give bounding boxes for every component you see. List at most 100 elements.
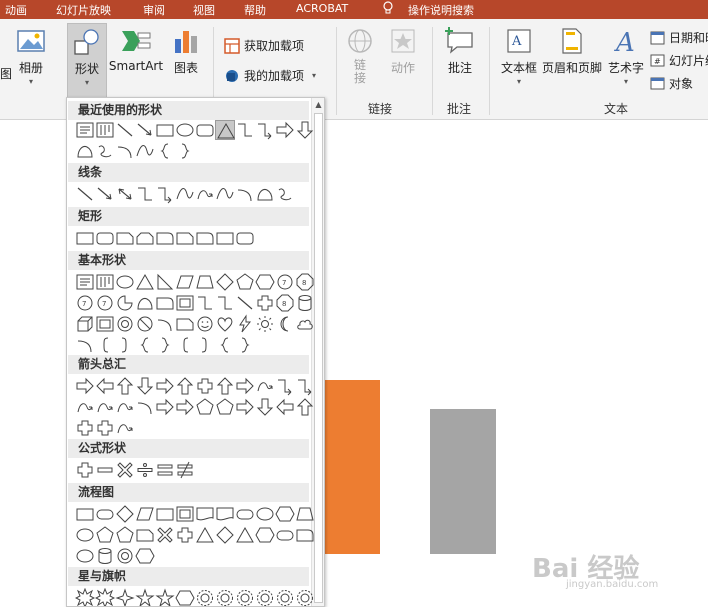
shape-round1-icon[interactable] <box>155 293 175 313</box>
shape-pent-icon[interactable] <box>215 397 235 417</box>
shape-para-icon[interactable] <box>175 272 195 292</box>
shape-line-icon[interactable] <box>75 184 95 204</box>
shape-terminator-icon[interactable] <box>235 504 255 524</box>
tab-review[interactable]: 审阅 <box>143 2 165 18</box>
shape-burst-icon[interactable] <box>95 588 115 606</box>
shape-lbrace-icon[interactable] <box>215 335 235 355</box>
shape-plus-icon[interactable] <box>195 376 215 396</box>
shape-plus-icon[interactable] <box>95 418 115 438</box>
tab-animations[interactable]: 动画 <box>5 2 27 18</box>
shape-elbowarrow-icon[interactable] <box>275 376 295 396</box>
shape-rect-icon[interactable] <box>75 228 95 248</box>
slide-number-button[interactable]: # 幻灯片编 <box>650 52 708 69</box>
shape-arrowline-icon[interactable] <box>135 120 155 140</box>
shape-curve-icon[interactable] <box>215 184 235 204</box>
shape-textbox-icon[interactable] <box>75 120 95 140</box>
shape-leftarrow-icon[interactable] <box>95 376 115 396</box>
shape-minus-icon[interactable] <box>95 460 115 480</box>
partial-button-label[interactable]: 图 <box>0 65 12 82</box>
shape-plus-icon[interactable] <box>75 460 95 480</box>
shape-cloud-icon[interactable] <box>295 314 315 334</box>
shape-diamond-icon[interactable] <box>115 504 135 524</box>
shape-snip-icon[interactable] <box>135 525 155 545</box>
shape-seal-icon[interactable] <box>255 588 275 606</box>
shape-seal-icon[interactable] <box>195 588 215 606</box>
shape-snip-icon[interactable] <box>115 228 135 248</box>
shape-diamond-icon[interactable] <box>215 525 235 545</box>
shape-neq-icon[interactable] <box>175 460 195 480</box>
photo-album-button[interactable]: 相册 ▾ <box>13 27 49 86</box>
shape-rbracket-icon[interactable] <box>195 335 215 355</box>
shape-vtext-icon[interactable] <box>95 272 115 292</box>
shape-frame-icon[interactable] <box>95 314 115 334</box>
shape-num-icon[interactable]: 7 <box>75 293 95 313</box>
tab-help[interactable]: 帮助 <box>244 2 266 18</box>
shape-cube-icon[interactable] <box>75 314 95 334</box>
shape-rect-icon[interactable] <box>75 504 95 524</box>
shape-rrect-icon[interactable] <box>235 228 255 248</box>
chart-bar-gray[interactable] <box>430 409 496 554</box>
shape-hex-icon[interactable] <box>255 525 275 545</box>
link-button[interactable]: 链 接 <box>342 27 378 85</box>
shape-hex-icon[interactable] <box>255 272 275 292</box>
shape-lbrace-icon[interactable] <box>155 141 175 161</box>
shape-round1-icon[interactable] <box>195 228 215 248</box>
shape-moon-icon[interactable] <box>275 314 295 334</box>
object-button[interactable]: 对象 <box>650 75 693 92</box>
shape-elbowarrow-icon[interactable] <box>255 120 275 140</box>
shape-doc-icon[interactable] <box>215 504 235 524</box>
shape-elbowarrow-icon[interactable] <box>295 376 315 396</box>
shape-oval-icon[interactable] <box>75 546 95 566</box>
shape-bolt-icon[interactable] <box>235 314 255 334</box>
shape-rightarrow-icon[interactable] <box>235 376 255 396</box>
shape-rbracket-icon[interactable] <box>115 335 135 355</box>
shape-tri-icon[interactable] <box>215 120 235 140</box>
shape-vtext-icon[interactable] <box>95 120 115 140</box>
shape-doc-icon[interactable] <box>195 504 215 524</box>
shape-oval-icon[interactable] <box>115 272 135 292</box>
shape-seal-icon[interactable] <box>215 588 235 606</box>
shape-downarrow-icon[interactable] <box>135 376 155 396</box>
shape-arc-icon[interactable] <box>235 184 255 204</box>
tab-slideshow[interactable]: 幻灯片放映 <box>56 2 111 18</box>
shape-plus-icon[interactable] <box>255 293 275 313</box>
chart-bar-orange[interactable] <box>325 380 380 554</box>
shape-star5-icon[interactable] <box>155 588 175 606</box>
shape-scribble-icon[interactable] <box>275 184 295 204</box>
shape-oct-icon[interactable]: 8 <box>295 272 315 292</box>
action-button[interactable]: 动作 <box>386 27 420 76</box>
shape-snip2-icon[interactable] <box>135 228 155 248</box>
shape-num-icon[interactable]: 7 <box>95 293 115 313</box>
shape-elbow-icon[interactable] <box>195 293 215 313</box>
shape-oval-icon[interactable] <box>75 525 95 545</box>
shape-para-icon[interactable] <box>135 504 155 524</box>
shape-darrow-icon[interactable] <box>115 184 135 204</box>
shape-div-icon[interactable] <box>135 460 155 480</box>
shape-free-icon[interactable] <box>75 141 95 161</box>
shape-elbow-icon[interactable] <box>135 184 155 204</box>
shape-seal-icon[interactable] <box>295 588 315 606</box>
get-addins-button[interactable]: 获取加载项 <box>224 37 304 54</box>
shape-frame-icon[interactable] <box>175 293 195 313</box>
wordart-button[interactable]: A 艺术字 ▾ <box>606 27 646 86</box>
shape-mult-icon[interactable] <box>115 460 135 480</box>
shape-plus-icon[interactable] <box>75 418 95 438</box>
shape-heart-icon[interactable] <box>215 314 235 334</box>
shape-donut-icon[interactable] <box>115 546 135 566</box>
shape-curve-icon[interactable] <box>135 141 155 161</box>
shape-uparrow-icon[interactable] <box>215 376 235 396</box>
shape-seal-icon[interactable] <box>235 588 255 606</box>
shape-rbrace-icon[interactable] <box>155 335 175 355</box>
shape-rrect-icon[interactable] <box>195 120 215 140</box>
shape-curvearrow-icon[interactable] <box>255 376 275 396</box>
shape-downarrow-icon[interactable] <box>295 120 315 140</box>
shape-snip-icon[interactable] <box>175 314 195 334</box>
shape-snip-icon[interactable] <box>175 228 195 248</box>
shape-lbrace-icon[interactable] <box>135 335 155 355</box>
header-footer-button[interactable]: 页眉和页脚 <box>540 27 604 76</box>
shape-curvearrow-icon[interactable] <box>115 397 135 417</box>
chart-button[interactable]: 图表 <box>170 27 202 76</box>
shape-curvearrow-icon[interactable] <box>95 397 115 417</box>
shape-plus-icon[interactable] <box>175 525 195 545</box>
shape-donut-icon[interactable] <box>115 314 135 334</box>
